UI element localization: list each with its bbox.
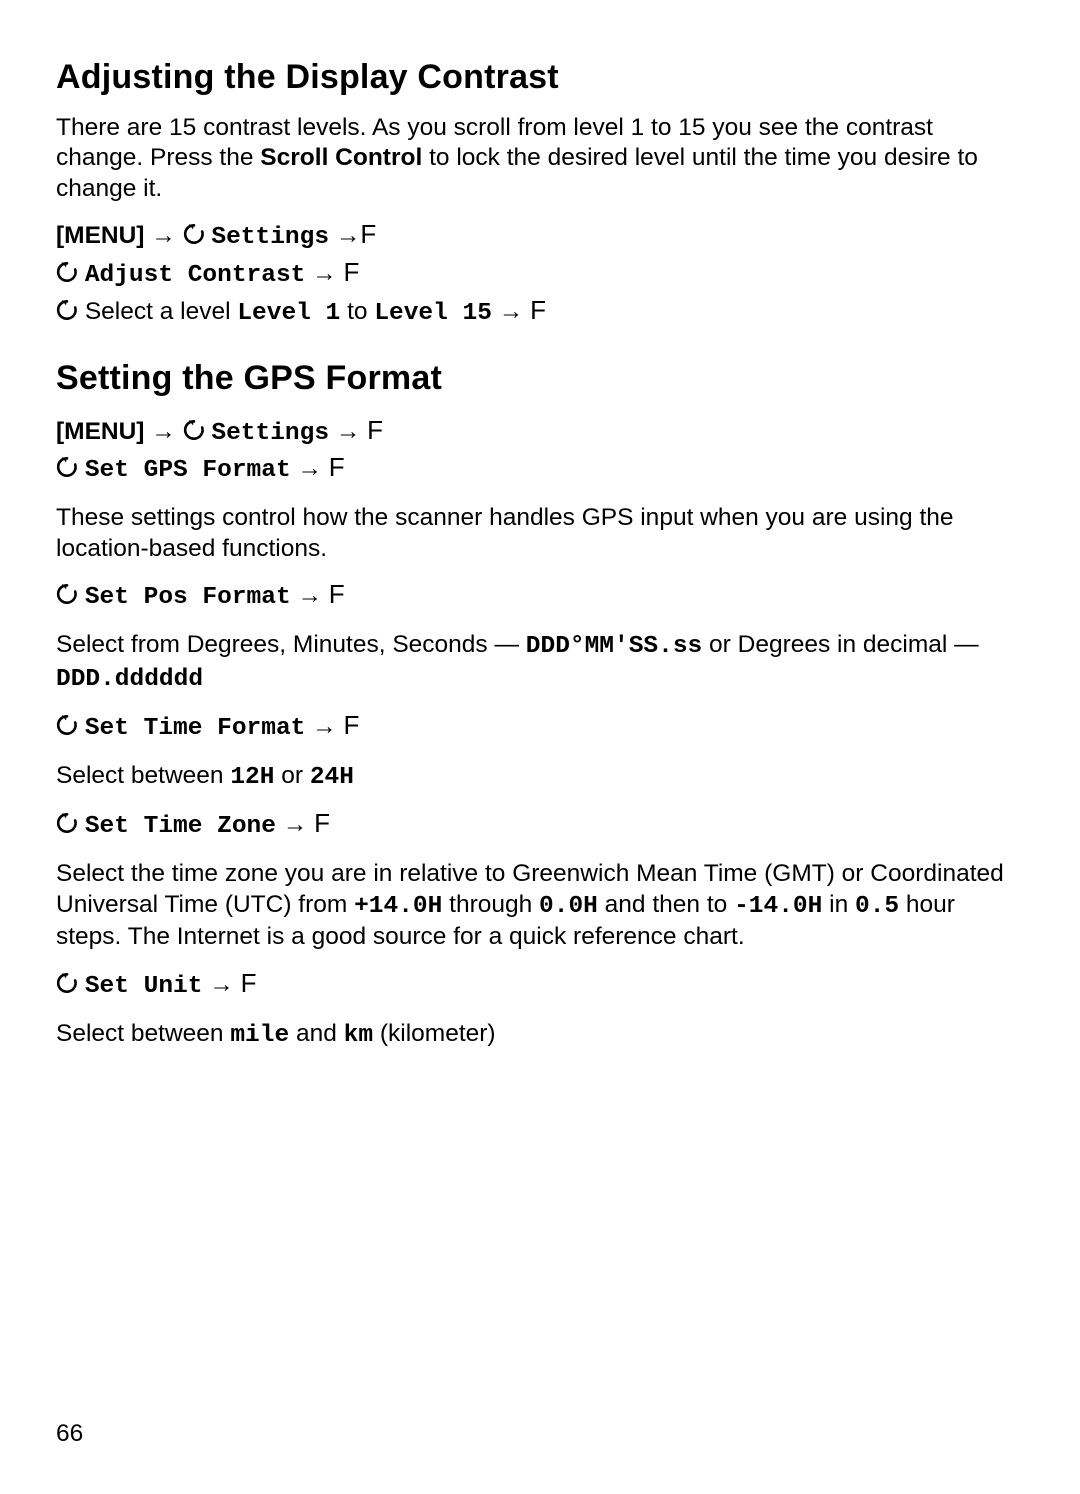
minus-14h: -14.0H bbox=[734, 893, 822, 920]
function-key-icon: F bbox=[360, 218, 376, 251]
pos-text-b: or Degrees in decimal — bbox=[702, 631, 978, 658]
time-format-options: Select between 12H or 24H bbox=[56, 761, 1024, 794]
zero-h: 0.0H bbox=[539, 893, 598, 920]
intro-paragraph: There are 15 contrast levels. As you scr… bbox=[56, 113, 1024, 205]
scroll-icon bbox=[56, 714, 78, 736]
time-text-a: Select between bbox=[56, 762, 230, 789]
step-05: 0.5 bbox=[855, 893, 899, 920]
function-key-icon: F bbox=[343, 256, 359, 289]
arrow-icon: → bbox=[297, 582, 322, 609]
scroll-icon bbox=[56, 261, 78, 283]
set-time-format-line: Set Time Format → F bbox=[56, 709, 1024, 745]
gps-nav-line-2: Set GPS Format → F bbox=[56, 451, 1024, 487]
set-gps-format-label: Set GPS Format bbox=[85, 457, 291, 484]
scroll-icon bbox=[56, 812, 78, 834]
km-label: km bbox=[344, 1022, 373, 1049]
menu-key: [MENU] bbox=[56, 222, 144, 249]
nav-path-line-2: Adjust Contrast → F bbox=[56, 256, 1024, 292]
function-key-icon: F bbox=[367, 414, 383, 447]
unit-text-b: (kilometer) bbox=[373, 1020, 496, 1047]
settings-label: Settings bbox=[211, 420, 329, 447]
function-key-icon: F bbox=[343, 709, 359, 742]
scroll-icon bbox=[56, 583, 78, 605]
function-key-icon: F bbox=[530, 294, 546, 327]
set-time-format-label: Set Time Format bbox=[85, 715, 306, 742]
menu-key: [MENU] bbox=[56, 418, 144, 445]
unit-and: and bbox=[289, 1020, 344, 1047]
arrow-icon: → bbox=[312, 260, 337, 287]
zone-text-c: and then to bbox=[598, 891, 734, 918]
scroll-icon bbox=[183, 223, 205, 245]
function-key-icon: F bbox=[314, 807, 330, 840]
arrow-icon: → bbox=[283, 811, 308, 838]
pos-format-options: Select from Degrees, Minutes, Seconds — … bbox=[56, 630, 1024, 695]
gps-description: These settings control how the scanner h… bbox=[56, 503, 1024, 564]
arrow-icon: → bbox=[151, 418, 176, 445]
heading-adjust-contrast: Adjusting the Display Contrast bbox=[56, 56, 1024, 99]
dms-format: DDD°MM'SS.ss bbox=[526, 633, 702, 660]
time-or: or bbox=[274, 762, 309, 789]
zone-text-b: through bbox=[442, 891, 539, 918]
function-key-icon: F bbox=[241, 967, 257, 1000]
heading-gps-format: Setting the GPS Format bbox=[56, 357, 1024, 400]
scroll-icon bbox=[183, 419, 205, 441]
page-number: 66 bbox=[56, 1419, 83, 1450]
arrow-icon: → bbox=[151, 222, 176, 249]
arrow-icon: → bbox=[209, 971, 234, 998]
set-pos-format-line: Set Pos Format → F bbox=[56, 578, 1024, 614]
scroll-control-term: Scroll Control bbox=[260, 144, 422, 171]
decimal-format: DDD.dddddd bbox=[56, 666, 203, 693]
arrow-icon: → bbox=[336, 222, 361, 249]
pos-text-a: Select from Degrees, Minutes, Seconds — bbox=[56, 631, 526, 658]
zone-text-d: in bbox=[822, 891, 855, 918]
mile-label: mile bbox=[230, 1022, 289, 1049]
to-text: to bbox=[340, 298, 374, 325]
time-zone-description: Select the time zone you are in relative… bbox=[56, 859, 1024, 953]
scroll-icon bbox=[56, 972, 78, 994]
set-time-zone-label: Set Time Zone bbox=[85, 813, 276, 840]
unit-options: Select between mile and km (kilometer) bbox=[56, 1019, 1024, 1052]
set-pos-format-label: Set Pos Format bbox=[85, 584, 291, 611]
twelve-hour: 12H bbox=[230, 764, 274, 791]
arrow-icon: → bbox=[297, 455, 322, 482]
twentyfour-hour: 24H bbox=[310, 764, 354, 791]
function-key-icon: F bbox=[329, 451, 345, 484]
scroll-icon bbox=[56, 299, 78, 321]
function-key-icon: F bbox=[329, 578, 345, 611]
settings-label: Settings bbox=[211, 224, 329, 251]
gps-nav-line-1: [MENU] → Settings → F bbox=[56, 414, 1024, 450]
scroll-icon bbox=[56, 456, 78, 478]
level-15-label: Level 15 bbox=[374, 300, 492, 327]
select-level-text: Select a level bbox=[85, 298, 238, 325]
adjust-contrast-label: Adjust Contrast bbox=[85, 262, 306, 289]
set-unit-label: Set Unit bbox=[85, 973, 203, 1000]
arrow-icon: → bbox=[499, 298, 524, 325]
unit-text-a: Select between bbox=[56, 1020, 230, 1047]
nav-path-line-3: Select a level Level 1 to Level 15 → F bbox=[56, 294, 1024, 330]
nav-path-line-1: [MENU] → Settings →F bbox=[56, 218, 1024, 254]
manual-page: { "section1": { "heading": "Adjusting th… bbox=[0, 0, 1080, 1494]
arrow-icon: → bbox=[312, 713, 337, 740]
level-1-label: Level 1 bbox=[237, 300, 340, 327]
plus-14h: +14.0H bbox=[354, 893, 442, 920]
arrow-icon: → bbox=[336, 418, 361, 445]
set-time-zone-line: Set Time Zone → F bbox=[56, 807, 1024, 843]
set-unit-line: Set Unit → F bbox=[56, 967, 1024, 1003]
